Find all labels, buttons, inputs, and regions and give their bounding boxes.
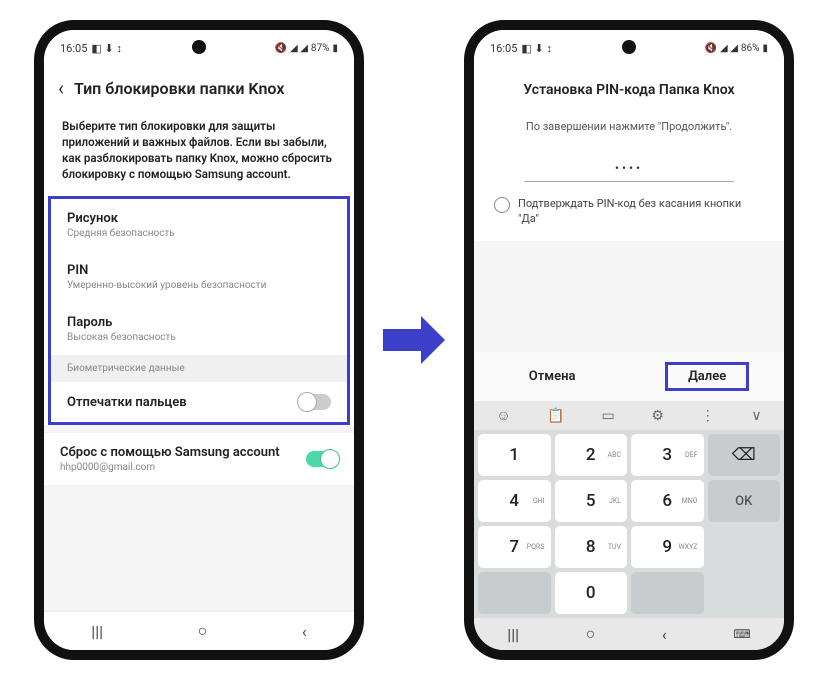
description-text: Выберите тип блокировки для защиты прило… <box>44 114 354 196</box>
signal-icon: ◢ ◢ <box>720 43 738 54</box>
item-subtitle: Средняя безопасность <box>67 228 331 239</box>
fingerprint-row[interactable]: Отпечатки пальцев <box>51 382 347 422</box>
battery-icon: ▮ <box>762 43 768 54</box>
confirm-text: Подтверждать PIN-код без касания кнопки … <box>518 196 764 227</box>
item-title: Пароль <box>67 315 331 330</box>
keyboard-toolbar: ☺ 📋 ▭ ⚙ ⋮ ∨ <box>474 401 784 430</box>
key-3[interactable]: 3DEF <box>631 434 704 476</box>
reset-email: hhp0000@gmail.com <box>60 462 280 473</box>
numeric-keypad: 1 2ABC 3DEF ⌫ 4GHI 5JKL 6MNO OK 7PQRS 8T… <box>474 430 784 618</box>
key-8[interactable]: 8TUV <box>555 526 628 568</box>
nav-recent[interactable]: ||| <box>91 622 103 641</box>
status-notif-icons: ◧ ⬇ ↕ <box>521 42 552 55</box>
lock-type-pattern[interactable]: Рисунок Средняя безопасность <box>51 199 347 251</box>
signal-icon: ◢ ◢ <box>290 43 308 54</box>
radio-unchecked-icon[interactable] <box>494 197 510 213</box>
nav-bar: ||| ○ ‹ ⌨ <box>474 618 784 650</box>
key-7[interactable]: 7PQRS <box>478 526 551 568</box>
more-icon[interactable]: ⋮ <box>701 408 715 424</box>
status-notif-icons: ◧ ⬇ ↕ <box>91 42 122 55</box>
gear-icon[interactable]: ⚙ <box>651 408 664 424</box>
volume-icon: 🔇 <box>275 43 287 54</box>
pin-instruction: По завершении нажмите "Продолжить". <box>474 106 784 147</box>
nav-back[interactable]: ‹ <box>662 625 667 644</box>
flow-arrow <box>379 316 449 364</box>
fingerprint-toggle[interactable] <box>299 394 331 410</box>
key-2[interactable]: 2ABC <box>555 434 628 476</box>
camera-cutout <box>622 40 636 54</box>
emoji-icon[interactable]: ☺ <box>496 407 510 424</box>
nav-bar: ||| ○ ‹ <box>44 611 354 650</box>
key-blank-right <box>631 572 704 614</box>
battery-percent: 87% <box>311 43 330 54</box>
nav-recent[interactable]: ||| <box>507 625 519 644</box>
reset-toggle[interactable] <box>306 451 338 467</box>
key-0[interactable]: 0 <box>555 572 628 614</box>
reset-title: Сброс с помощью Samsung account <box>60 445 280 460</box>
pin-dots: •••• <box>474 147 784 181</box>
battery-percent: 86% <box>741 43 760 54</box>
pin-setup-title: Установка PIN-кода Папка Knox <box>474 62 784 106</box>
item-subtitle: Высокая безопасность <box>67 332 331 343</box>
item-title: Рисунок <box>67 211 331 226</box>
lock-type-highlight: Рисунок Средняя безопасность PIN Умеренн… <box>48 196 350 425</box>
biometric-section-label: Биометрические данные <box>51 355 347 382</box>
item-subtitle: Умеренно-высокий уровень безопасности <box>67 280 331 291</box>
item-title: PIN <box>67 263 331 278</box>
phone-right: 16:05 ◧ ⬇ ↕ 🔇 ◢ ◢ 86% ▮ Установка PIN-ко… <box>464 20 794 660</box>
key-1[interactable]: 1 <box>478 434 551 476</box>
samsung-reset-row[interactable]: Сброс с помощью Samsung account hhp0000@… <box>44 433 354 485</box>
key-ok[interactable]: OK <box>708 480 781 522</box>
nav-home[interactable]: ○ <box>586 624 596 644</box>
key-4[interactable]: 4GHI <box>478 480 551 522</box>
key-9[interactable]: 9WXYZ <box>631 526 704 568</box>
key-blank-left <box>478 572 551 614</box>
cancel-button[interactable]: Отмена <box>509 363 596 390</box>
volume-icon: 🔇 <box>705 43 717 54</box>
next-button[interactable]: Далее <box>665 362 749 391</box>
key-backspace[interactable]: ⌫ <box>708 434 781 476</box>
status-time: 16:05 <box>490 42 517 55</box>
nav-back[interactable]: ‹ <box>302 622 307 641</box>
battery-icon: ▮ <box>332 43 338 54</box>
confirm-without-tap-row[interactable]: Подтверждать PIN-код без касания кнопки … <box>474 182 784 241</box>
nav-home[interactable]: ○ <box>198 621 208 641</box>
page-title: Тип блокировки папки Knox <box>74 79 284 98</box>
key-5[interactable]: 5JKL <box>555 480 628 522</box>
collapse-icon[interactable]: ∨ <box>751 408 761 424</box>
action-buttons: Отмена Далее <box>474 352 784 401</box>
nav-keyboard-icon[interactable]: ⌨ <box>733 627 750 641</box>
clipboard-icon[interactable]: 📋 <box>547 408 564 424</box>
header: ‹ Тип блокировки папки Knox <box>44 62 354 114</box>
back-icon[interactable]: ‹ <box>58 76 64 100</box>
key-6[interactable]: 6MNO <box>631 480 704 522</box>
modes-icon[interactable]: ▭ <box>601 408 614 424</box>
phone-left: 16:05 ◧ ⬇ ↕ 🔇 ◢ ◢ 87% ▮ ‹ Тип блокировки… <box>34 20 364 660</box>
status-time: 16:05 <box>60 42 87 55</box>
camera-cutout <box>192 40 206 54</box>
lock-type-password[interactable]: Пароль Высокая безопасность <box>51 303 347 355</box>
fingerprint-label: Отпечатки пальцев <box>67 395 187 410</box>
lock-type-pin[interactable]: PIN Умеренно-высокий уровень безопасност… <box>51 251 347 303</box>
